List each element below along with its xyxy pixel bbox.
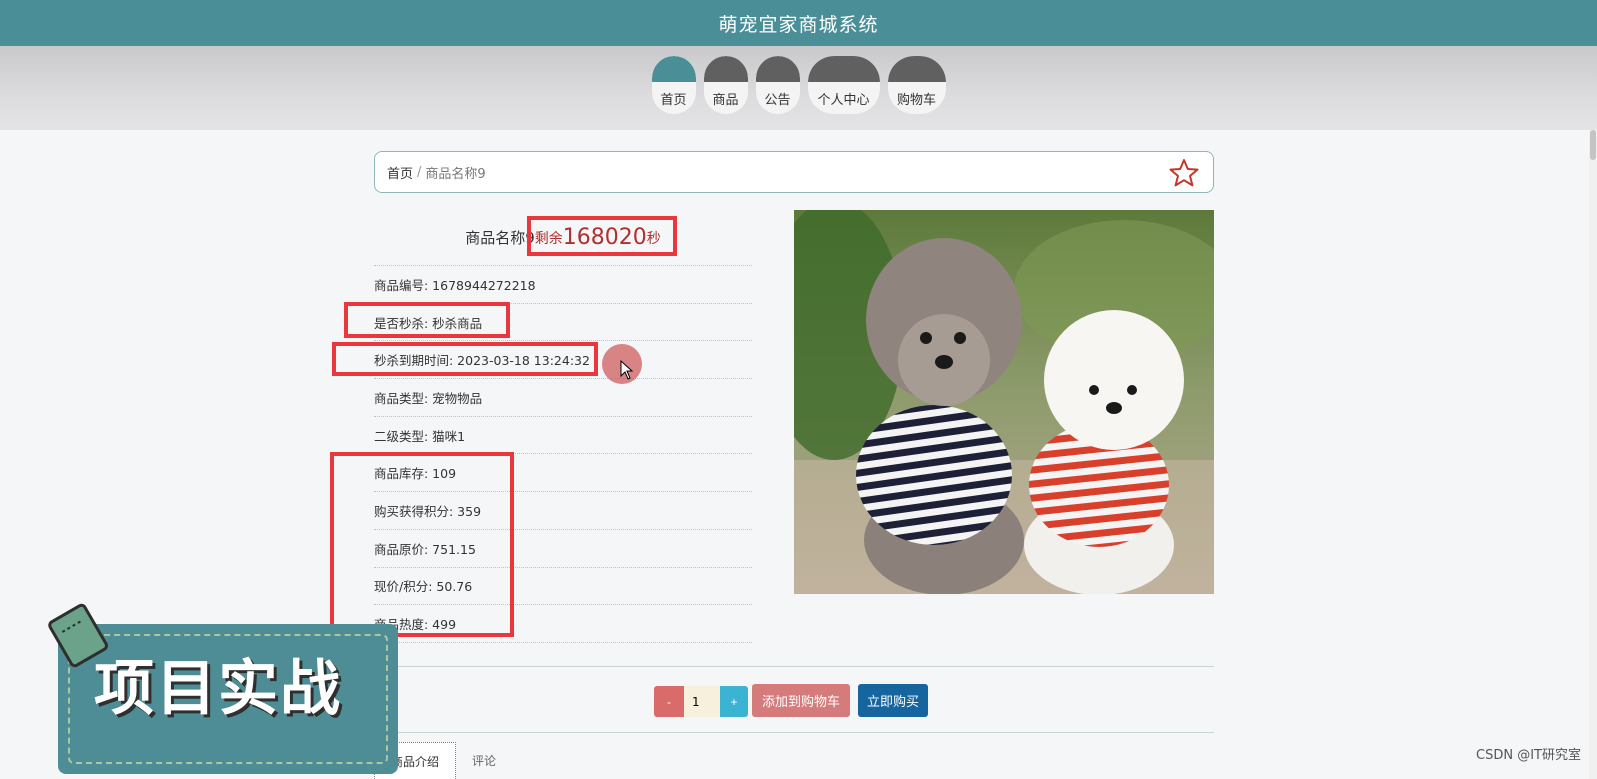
breadcrumb-current: 商品名称9 (425, 166, 486, 182)
tab-comments[interactable]: 评论 (456, 742, 512, 779)
nav-products-label: 商品 (703, 82, 748, 114)
nav-notices-label: 公告 (755, 82, 800, 114)
highlight-box (332, 342, 598, 376)
mouse-cursor-icon (620, 360, 634, 380)
divider (374, 666, 1214, 667)
top-header: 萌宠宜家商城系统 (0, 0, 1597, 46)
badge-text: 项目实战 (94, 654, 342, 724)
breadcrumb-home[interactable]: 首页 (387, 163, 413, 182)
watermark: CSDN @IT研究室 (1476, 748, 1581, 763)
nav-products[interactable]: 商品 (703, 56, 748, 114)
highlight-box (527, 216, 677, 256)
highlight-box (344, 302, 510, 338)
product-image (794, 210, 1214, 594)
nav-profile-label: 个人中心 (807, 82, 880, 114)
quantity-increase-button[interactable]: + (720, 686, 748, 717)
scrollbar-thumb[interactable] (1590, 130, 1596, 160)
nav-band: 首页 商品 公告 个人中心 购物车 (0, 46, 1597, 130)
breadcrumb: 首页 / 商品名称9 (374, 151, 1214, 193)
divider (374, 732, 1214, 733)
field-product-type: 商品类型: 宠物物品 (374, 379, 752, 417)
main-nav: 首页 商品 公告 个人中心 购物车 (0, 56, 1597, 114)
quantity-input[interactable] (684, 686, 720, 717)
nav-cart-label: 购物车 (887, 82, 946, 114)
breadcrumb-separator: / (417, 164, 422, 180)
field-product-id: 商品编号: 1678944272218 (374, 266, 752, 304)
nav-cart[interactable]: 购物车 (887, 56, 946, 114)
add-to-cart-button[interactable]: 添加到购物车 (752, 684, 850, 717)
field-subtype: 二级类型: 猫咪1 (374, 417, 752, 455)
buy-now-button[interactable]: 立即购买 (858, 684, 928, 717)
quantity-decrease-button[interactable]: - (654, 686, 684, 717)
nav-profile[interactable]: 个人中心 (807, 56, 880, 114)
nav-home-label: 首页 (651, 82, 696, 114)
project-badge-overlay: 项目实战 (44, 600, 404, 776)
product-name: 商品名称9 (465, 229, 535, 247)
nav-notices[interactable]: 公告 (755, 56, 800, 114)
nav-home[interactable]: 首页 (651, 56, 696, 114)
favorite-star-icon[interactable] (1169, 158, 1199, 188)
app-title: 萌宠宜家商城系统 (718, 13, 879, 36)
page-scrollbar[interactable] (1589, 130, 1597, 779)
